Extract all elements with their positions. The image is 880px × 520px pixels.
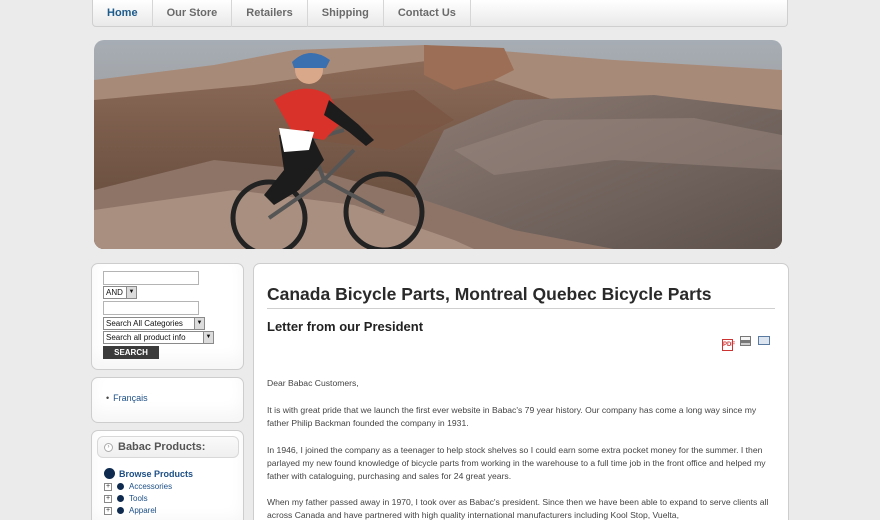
products-header-label: Babac Products: — [118, 441, 206, 453]
category-select-value: Search All Categories — [106, 319, 183, 328]
search-panel: AND ▼ Search All Categories ▼ Search all… — [91, 263, 244, 370]
products-header: › Babac Products: — [97, 436, 239, 458]
pdf-icon[interactable]: PDF — [722, 339, 735, 351]
nav-retailers[interactable]: Retailers — [232, 0, 308, 27]
products-panel: › Babac Products: Browse Products + Acce… — [91, 430, 244, 520]
browse-products-label: Browse Products — [119, 468, 194, 479]
main-content: Canada Bicycle Parts, Montreal Quebec Bi… — [253, 263, 789, 520]
bullet-icon — [117, 507, 124, 514]
search-mode-select[interactable]: AND ▼ — [103, 286, 137, 299]
nav-contact-us[interactable]: Contact Us — [384, 0, 471, 27]
article-actions: PDF — [722, 336, 770, 351]
bullet-icon — [117, 495, 124, 502]
category-apparel[interactable]: + Apparel — [104, 506, 157, 515]
page-title: Canada Bicycle Parts, Montreal Quebec Bi… — [267, 284, 775, 309]
category-label: Tools — [129, 494, 148, 503]
scope-select[interactable]: Search all product info ▼ — [103, 331, 214, 344]
article-title: Letter from our President — [267, 319, 424, 334]
nav-home[interactable]: Home — [97, 0, 153, 27]
bullet-icon — [104, 468, 115, 479]
top-navigation: Home Our Store Retailers Shipping Contac… — [92, 0, 788, 27]
category-label: Accessories — [129, 482, 173, 491]
article-paragraph: Dear Babac Customers, — [267, 378, 359, 388]
language-link-french[interactable]: Français — [106, 393, 148, 403]
nav-our-store[interactable]: Our Store — [153, 0, 233, 27]
scope-select-value: Search all product info — [106, 333, 186, 342]
email-icon[interactable] — [758, 336, 770, 345]
search-mode-value: AND — [106, 288, 123, 297]
chevron-right-icon: › — [104, 443, 113, 452]
expand-icon[interactable]: + — [104, 494, 112, 503]
bullet-icon — [117, 483, 124, 490]
category-select[interactable]: Search All Categories ▼ — [103, 317, 205, 330]
chevron-down-icon: ▼ — [126, 287, 136, 298]
category-accessories[interactable]: + Accessories — [104, 482, 172, 491]
nav-shipping[interactable]: Shipping — [308, 0, 384, 27]
chevron-down-icon: ▼ — [203, 332, 213, 343]
search-button[interactable]: SEARCH — [103, 346, 159, 359]
print-icon[interactable] — [740, 336, 751, 346]
article-paragraph: It is with great pride that we launch th… — [267, 405, 757, 428]
search-input[interactable] — [103, 271, 199, 285]
article-paragraph: In 1946, I joined the company as a teena… — [267, 445, 766, 481]
article-paragraph: When my father passed away in 1970, I to… — [267, 497, 769, 520]
hero-mountain-biker-image — [94, 40, 782, 249]
category-tools[interactable]: + Tools — [104, 494, 148, 503]
hero-banner — [94, 40, 782, 249]
search-input-secondary[interactable] — [103, 301, 199, 315]
expand-icon[interactable]: + — [104, 482, 112, 491]
language-panel: Français — [91, 377, 244, 423]
browse-products-link[interactable]: Browse Products — [104, 468, 193, 479]
chevron-down-icon: ▼ — [194, 318, 204, 329]
category-label: Apparel — [129, 506, 157, 515]
expand-icon[interactable]: + — [104, 506, 112, 515]
